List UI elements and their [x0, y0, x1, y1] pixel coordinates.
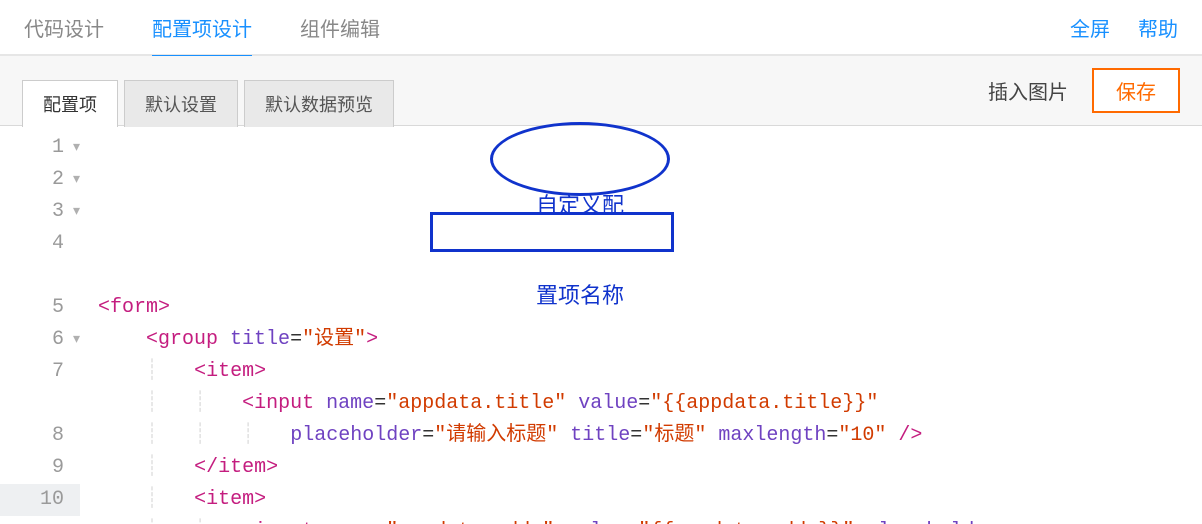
toolbar: 配置项 默认设置 默认数据预览 插入图片 保存 [0, 56, 1202, 126]
line-number: 1▾ [0, 132, 80, 164]
save-button[interactable]: 保存 [1092, 68, 1180, 113]
fullscreen-link[interactable]: 全屏 [1070, 13, 1110, 42]
code-line[interactable]: ┊ ┊ ┊ placeholder="请输入标题" title="标题" max… [98, 420, 1202, 452]
tab-config[interactable]: 配置项 [22, 80, 118, 127]
code-line[interactable]: ┊ <item> [98, 484, 1202, 516]
top-nav-right: 全屏 帮助 [1070, 13, 1178, 42]
help-link[interactable]: 帮助 [1138, 13, 1178, 42]
top-nav-left: 代码设计 配置项设计 组件编辑 [24, 0, 380, 56]
code-line[interactable]: <group title="设置"> [98, 324, 1202, 356]
line-number: 2▾ [0, 164, 80, 196]
nav-component-edit[interactable]: 组件编辑 [300, 0, 380, 56]
nav-config-design[interactable]: 配置项设计 [152, 0, 252, 56]
editor-tabs: 配置项 默认设置 默认数据预览 [22, 79, 394, 126]
code-area[interactable]: 自定义配 置项名称 <form> <group title="设置"> ┊ <i… [90, 126, 1202, 524]
toolbar-actions: 插入图片 保存 [988, 68, 1180, 113]
top-nav: 代码设计 配置项设计 组件编辑 全屏 帮助 [0, 0, 1202, 56]
line-number: 3▾ [0, 196, 80, 228]
line-number [0, 260, 80, 292]
line-number: 6▾ [0, 324, 80, 356]
code-line[interactable]: ┊ <item> [98, 356, 1202, 388]
code-editor[interactable]: 1▾2▾3▾4 5 6▾7 8 9 10 自定义配 置项名称 <form> <g… [0, 126, 1202, 524]
annotation-rect [430, 212, 674, 252]
annotation-ellipse: 自定义配 置项名称 [490, 122, 670, 196]
code-line[interactable]: ┊ </item> [98, 452, 1202, 484]
code-line[interactable]: <form> [98, 292, 1202, 324]
tab-data-preview[interactable]: 默认数据预览 [244, 80, 394, 127]
annotation-text-l1: 自定义配 [523, 191, 637, 221]
line-number: 8 [0, 420, 80, 452]
nav-code-design[interactable]: 代码设计 [24, 0, 104, 56]
line-gutter: 1▾2▾3▾4 5 6▾7 8 9 10 [0, 126, 90, 524]
insert-image-link[interactable]: 插入图片 [988, 76, 1068, 105]
line-number: 7 [0, 356, 80, 388]
code-line[interactable]: ┊ ┊ <input name="appdata.title" value="{… [98, 388, 1202, 420]
line-number: 9 [0, 452, 80, 484]
tab-default-set[interactable]: 默认设置 [124, 80, 238, 127]
line-number [0, 388, 80, 420]
line-number: 4 [0, 228, 80, 260]
line-number: 10 [0, 484, 80, 516]
line-number: 5 [0, 292, 80, 324]
code-line[interactable]: ┊ ┊ <input name="appdata.addr" value="{{… [98, 516, 1202, 524]
